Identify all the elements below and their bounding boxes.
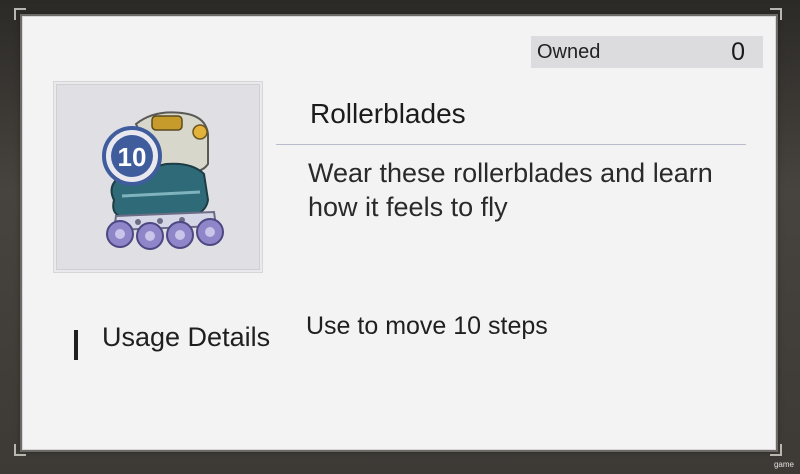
usage-details-text: Use to move 10 steps — [306, 312, 548, 340]
badge-number: 10 — [118, 142, 147, 172]
usage-section-marker — [74, 330, 78, 360]
item-image-frame: 10 — [54, 82, 262, 272]
corner-tag: game — [773, 460, 794, 469]
usage-details-label: Usage Details — [102, 322, 271, 352]
owned-counter: Owned 0 — [531, 36, 763, 68]
item-title: Rollerblades — [310, 98, 466, 129]
frame-corner — [770, 8, 782, 20]
owned-label: Owned — [537, 41, 601, 63]
title-divider — [276, 144, 746, 145]
rollerblade-icon: 10 — [102, 111, 224, 250]
owned-value: 0 — [731, 38, 745, 66]
frame-corner — [14, 8, 26, 20]
frame-corner — [14, 444, 26, 456]
frame-corner — [770, 444, 782, 456]
item-description: Wear these rollerblades and learn how it… — [308, 158, 713, 222]
